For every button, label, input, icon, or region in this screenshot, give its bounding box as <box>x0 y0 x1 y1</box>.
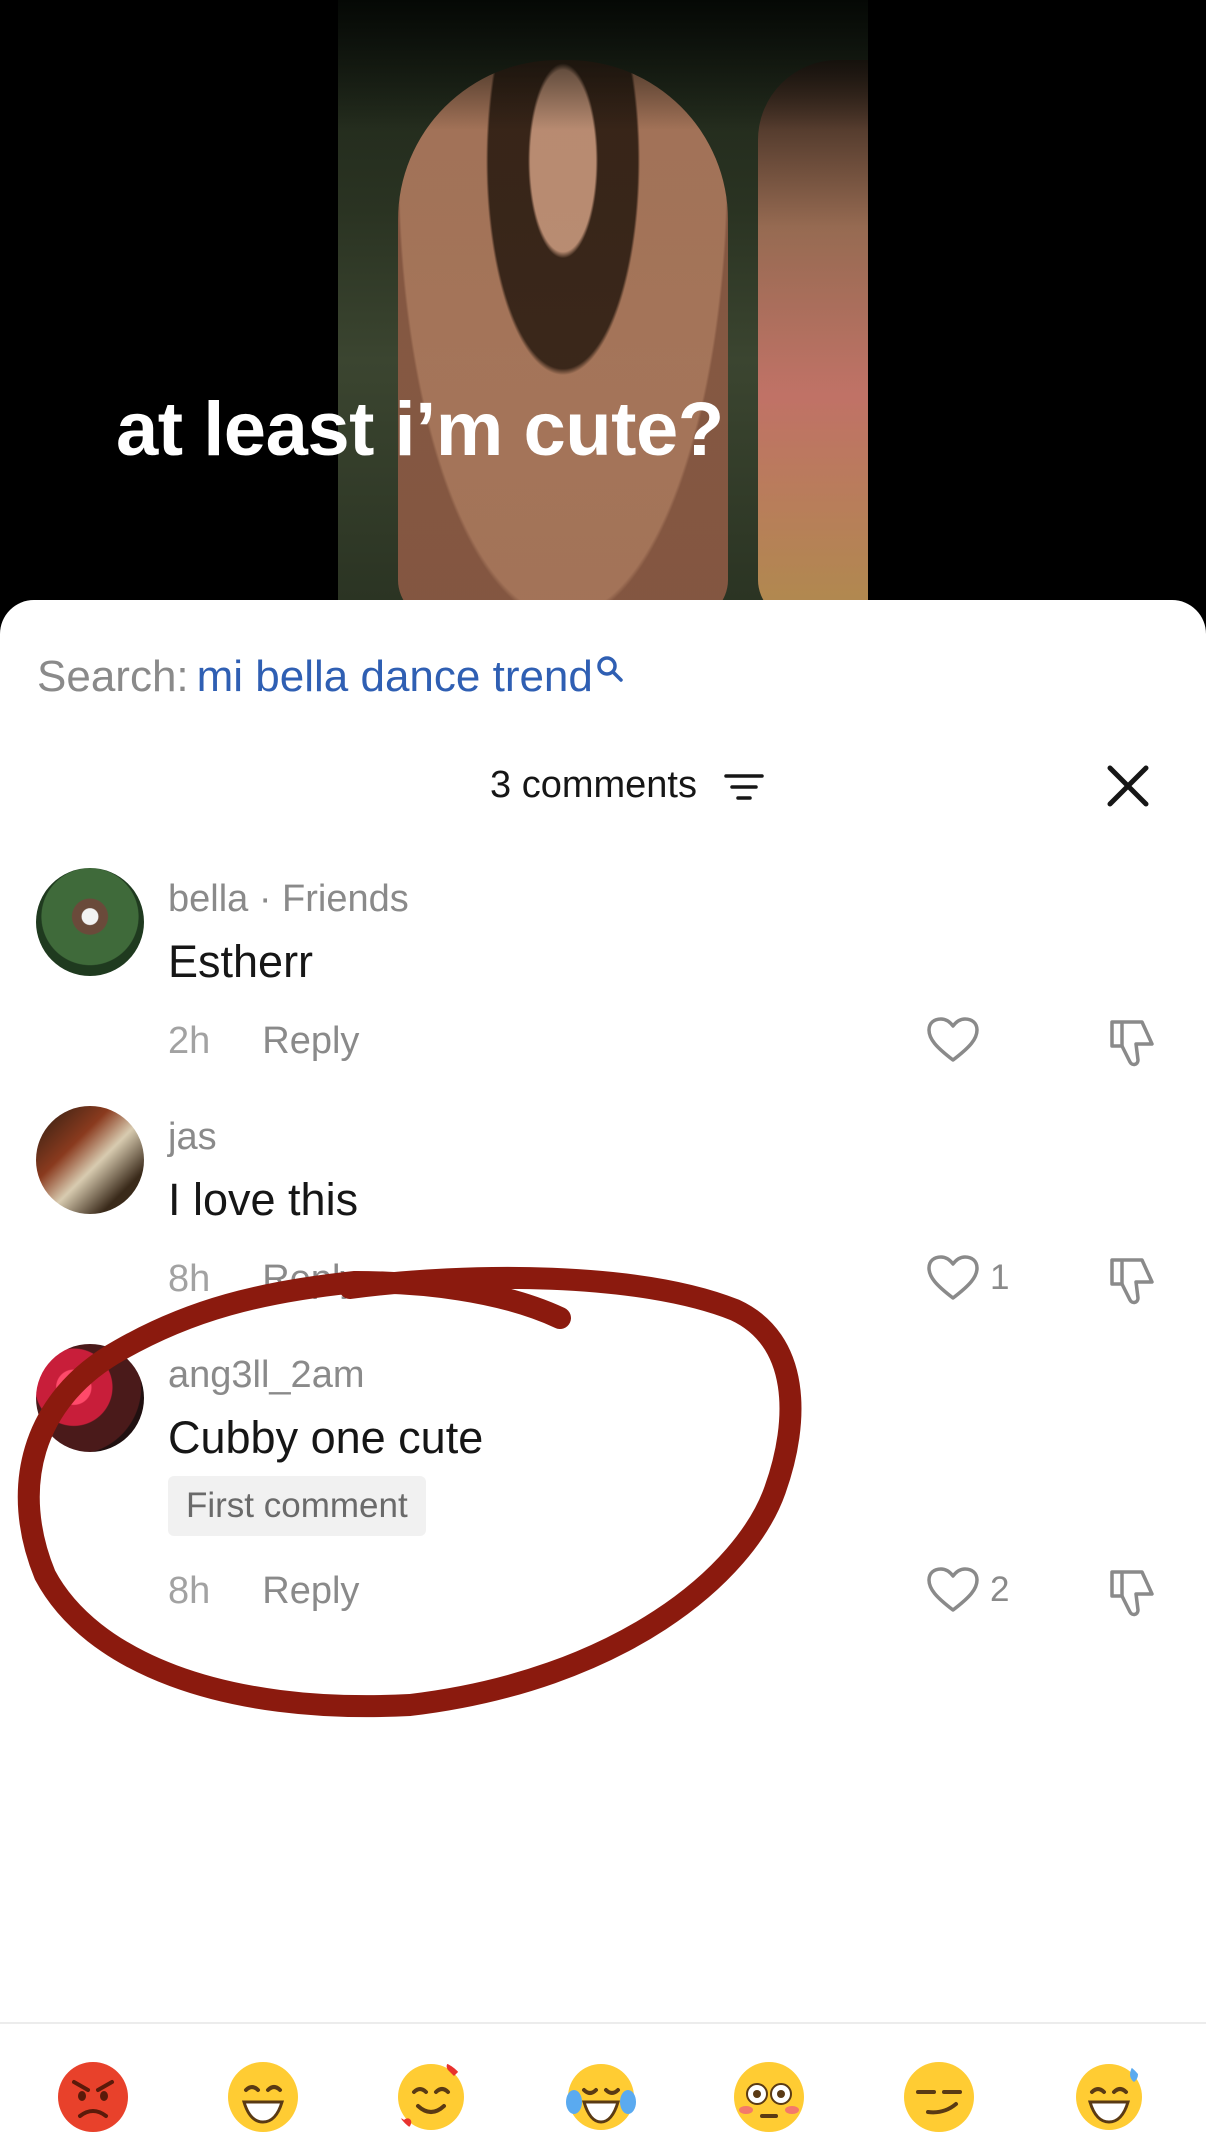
search-suggestion[interactable]: Search: mi bella dance trend <box>37 652 625 702</box>
dislike-icon[interactable] <box>1106 1254 1160 1308</box>
comment-text: I love this <box>168 1174 359 1225</box>
smirking-face-icon[interactable] <box>902 2060 976 2134</box>
smiling-face-with-hearts-icon[interactable] <box>394 2060 468 2134</box>
video-dark-overlay <box>338 0 868 130</box>
comment-username[interactable]: bella · Friends <box>168 878 409 921</box>
sort-filter-icon[interactable] <box>724 772 764 804</box>
like-button[interactable]: 2 <box>926 1566 1009 1614</box>
comment-meta: 8h Reply <box>168 1570 359 1613</box>
heart-icon <box>927 1255 979 1300</box>
video-frame <box>338 0 868 600</box>
comment-time: 8h <box>168 1570 211 1612</box>
video-caption: at least i’m cute? <box>116 387 724 472</box>
comment-time: 2h <box>168 1020 211 1062</box>
search-icon <box>597 656 623 682</box>
heart-icon <box>927 1017 979 1062</box>
like-button[interactable] <box>926 1016 990 1064</box>
search-label: Search: <box>37 652 189 701</box>
like-count: 2 <box>990 1570 1010 1609</box>
flushed-face-icon[interactable] <box>732 2060 806 2134</box>
comment-item: ang3ll_2am Cubby one cute First comment … <box>0 1344 1206 1644</box>
emoji-quick-bar <box>0 2022 1206 2146</box>
first-comment-badge: First comment <box>168 1476 426 1536</box>
avatar[interactable] <box>36 1106 144 1214</box>
video-person <box>398 60 728 600</box>
comment-text: Estherr <box>168 936 314 987</box>
video-person-secondary <box>758 60 868 600</box>
close-icon[interactable] <box>1106 764 1150 808</box>
like-count: 1 <box>990 1258 1010 1297</box>
comment-meta: 8h Reply <box>168 1258 359 1301</box>
grinning-face-icon[interactable] <box>226 2060 300 2134</box>
reply-button[interactable]: Reply <box>262 1258 359 1300</box>
comment-username[interactable]: ang3ll_2am <box>168 1354 364 1397</box>
avatar[interactable] <box>36 868 144 976</box>
heart-icon <box>927 1567 979 1612</box>
comment-time: 8h <box>168 1258 211 1300</box>
video-player[interactable]: at least i’m cute? <box>0 0 1206 600</box>
comment-item: bella · Friends Estherr 2h Reply <box>0 868 1206 1098</box>
comment-count: 3 comments <box>490 764 697 806</box>
comments-header: 3 comments <box>0 760 1206 820</box>
dislike-icon[interactable] <box>1106 1566 1160 1620</box>
comment-meta: 2h Reply <box>168 1020 359 1063</box>
like-button[interactable]: 1 <box>926 1254 1009 1302</box>
reply-button[interactable]: Reply <box>262 1570 359 1612</box>
comments-sheet: Search: mi bella dance trend 3 comments b… <box>0 600 1206 2144</box>
grinning-sweat-face-icon[interactable] <box>1072 2060 1146 2134</box>
avatar[interactable] <box>36 1344 144 1452</box>
reply-button[interactable]: Reply <box>262 1020 359 1062</box>
angry-face-icon[interactable] <box>56 2060 130 2134</box>
comment-text: Cubby one cute <box>168 1412 484 1463</box>
tears-of-joy-face-icon[interactable] <box>564 2060 638 2134</box>
comment-item: jas I love this 8h Reply 1 <box>0 1106 1206 1336</box>
search-term-link[interactable]: mi bella dance trend <box>197 652 593 701</box>
dislike-icon[interactable] <box>1106 1016 1160 1070</box>
comment-username[interactable]: jas <box>168 1116 217 1159</box>
